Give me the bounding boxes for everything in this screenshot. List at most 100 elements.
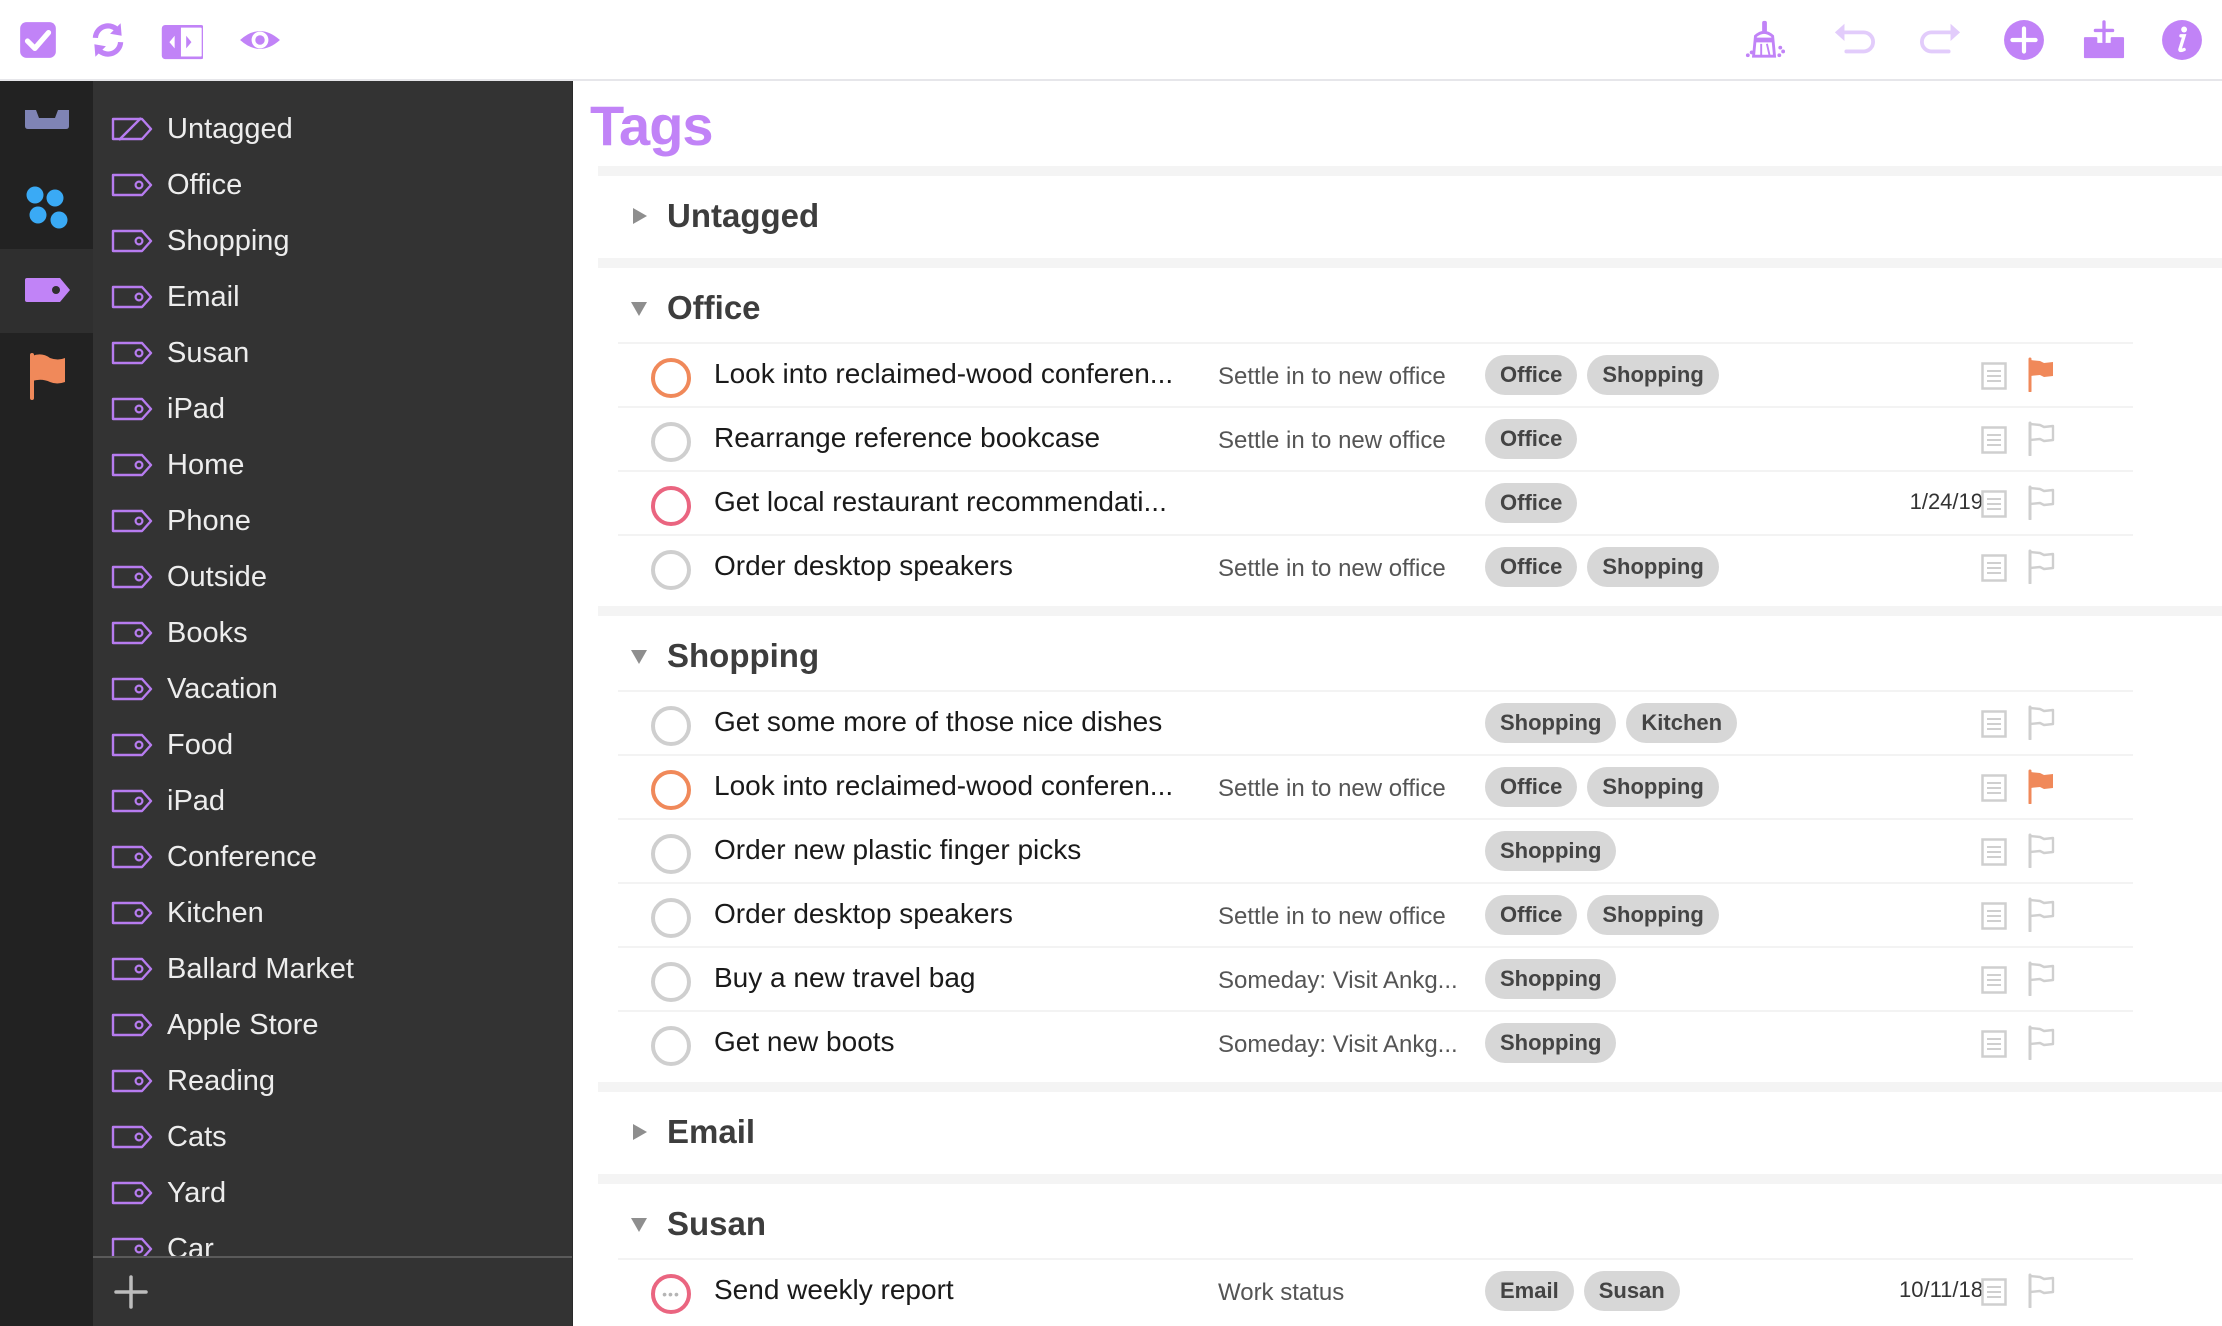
disclosure-collapsed-icon[interactable] [629,206,649,226]
status-checkbox[interactable] [651,834,691,874]
rail-item-projects[interactable] [0,165,93,249]
note-icon[interactable] [1981,902,2007,930]
tag-pill[interactable]: Office [1485,483,1578,523]
flag-outline-icon[interactable] [2026,484,2056,520]
task-row[interactable]: ••• Send weekly report Work status Email Sus… [618,1258,2133,1322]
task-row[interactable]: Look into reclaimed-wood conferen... Sett… [618,342,2133,406]
inspector-button[interactable] [2158,16,2206,64]
group-header[interactable]: Susan [573,1192,2222,1256]
note-icon[interactable] [1981,710,2007,738]
flag-outline-icon[interactable] [2026,420,2056,456]
rail-item-flagged[interactable] [0,333,93,417]
group-header[interactable]: Office [573,276,2222,340]
tag-pill[interactable]: Shopping [1587,895,1719,935]
tag-list-item[interactable]: Outside [93,549,572,605]
tag-pill[interactable]: Office [1485,355,1578,395]
flag-outline-icon[interactable] [2026,960,2056,996]
status-checkbox[interactable] [651,706,691,746]
quick-entry-button[interactable] [2080,16,2128,64]
flag-outline-icon[interactable] [2026,1024,2056,1060]
task-title[interactable]: Get new boots [714,1026,1214,1058]
task-title[interactable]: Rearrange reference bookcase [714,422,1214,454]
rail-item-inbox[interactable] [0,81,93,165]
note-icon[interactable] [1981,554,2007,582]
task-title[interactable]: Look into reclaimed-wood conferen... [714,358,1214,390]
task-title[interactable]: Buy a new travel bag [714,962,1214,994]
note-icon[interactable] [1981,1278,2007,1306]
disclosure-expanded-icon[interactable] [629,1214,649,1234]
tag-list-item[interactable]: Kitchen [93,885,572,941]
flag-filled-icon[interactable] [2026,768,2056,804]
disclosure-collapsed-icon[interactable] [629,1122,649,1142]
flag-outline-icon[interactable] [2026,548,2056,584]
rail-item-tags[interactable] [0,249,93,333]
tag-list-item[interactable]: Phone [93,493,572,549]
tag-list-item[interactable]: Food [93,717,572,773]
note-icon[interactable] [1981,1030,2007,1058]
tag-pill[interactable]: Susan [1583,1271,1680,1311]
tag-list-item[interactable]: Office [93,157,572,213]
tag-pill[interactable]: Office [1485,419,1578,459]
task-row[interactable]: Get new boots Someday: Visit Ankg... Shopp… [618,1010,2133,1074]
status-checkbox[interactable] [651,550,691,590]
group-header[interactable]: Email [573,1100,2222,1164]
tag-list-item[interactable]: Email [93,269,572,325]
status-checkbox[interactable] [651,770,691,810]
redo-button[interactable] [1917,16,1965,64]
task-row[interactable]: Buy a new travel bag Someday: Visit Ankg.… [618,946,2133,1010]
tag-pill[interactable]: Shopping [1587,767,1719,807]
sync-button[interactable] [84,16,132,64]
task-title[interactable]: Order new plastic finger picks [714,834,1214,866]
tag-pill[interactable]: Email [1485,1271,1574,1311]
undo-button[interactable] [1830,16,1878,64]
note-icon[interactable] [1981,426,2007,454]
tag-list-item[interactable]: Home [93,437,572,493]
status-checkbox[interactable] [651,1026,691,1066]
tag-pill[interactable]: Shopping [1485,1023,1617,1063]
flag-outline-icon[interactable] [2026,704,2056,740]
task-title[interactable]: Get local restaurant recommendati... [714,486,1214,518]
sidebar-toggle-button[interactable] [158,16,206,64]
status-checkbox[interactable] [651,358,691,398]
task-row[interactable]: Order desktop speakers Settle in to new o… [618,534,2133,598]
task-row[interactable]: Get some more of those nice dishes Shoppi… [618,690,2133,754]
note-icon[interactable] [1981,838,2007,866]
note-icon[interactable] [1981,774,2007,802]
task-row[interactable]: Order new plastic finger picks Shopping [618,818,2133,882]
task-row[interactable]: Rearrange reference bookcase Settle in to… [618,406,2133,470]
tag-list-item[interactable]: Susan [93,325,572,381]
task-row[interactable]: Order desktop speakers Settle in to new o… [618,882,2133,946]
task-title[interactable]: Send weekly report [714,1274,1214,1306]
note-icon[interactable] [1981,966,2007,994]
tag-list-item[interactable]: Books [93,605,572,661]
disclosure-expanded-icon[interactable] [629,646,649,666]
note-icon[interactable] [1981,490,2007,518]
tag-list-item[interactable]: Cats [93,1109,572,1165]
tag-pill[interactable]: Shopping [1485,703,1617,743]
tag-list-item[interactable]: Reading [93,1053,572,1109]
status-checkbox[interactable] [651,962,691,1002]
task-title[interactable]: Look into reclaimed-wood conferen... [714,770,1214,802]
new-item-button[interactable] [2000,16,2048,64]
clean-up-button[interactable] [1741,16,1789,64]
flag-outline-icon[interactable] [2026,896,2056,932]
tag-list-item[interactable]: Conference [93,829,572,885]
task-title[interactable]: Order desktop speakers [714,550,1214,582]
task-title[interactable]: Get some more of those nice dishes [714,706,1214,738]
status-checkbox[interactable]: ••• [651,1274,691,1314]
tag-pill[interactable]: Office [1485,767,1578,807]
status-checkbox[interactable] [651,898,691,938]
flag-outline-icon[interactable] [2026,1272,2056,1308]
tag-list-item[interactable]: Ballard Market [93,941,572,997]
status-checkbox[interactable] [651,486,691,526]
tag-pill[interactable]: Shopping [1587,355,1719,395]
tag-list-item[interactable]: Apple Store [93,997,572,1053]
task-row[interactable]: Look into reclaimed-wood conferen... Sett… [618,754,2133,818]
tag-pill[interactable]: Shopping [1587,547,1719,587]
tag-pill[interactable]: Shopping [1485,831,1617,871]
group-header[interactable]: Untagged [573,184,2222,248]
completed-toggle-button[interactable] [14,16,62,64]
tag-list-item[interactable]: Shopping [93,213,572,269]
tag-list-item[interactable]: Untagged [93,101,572,157]
note-icon[interactable] [1981,362,2007,390]
